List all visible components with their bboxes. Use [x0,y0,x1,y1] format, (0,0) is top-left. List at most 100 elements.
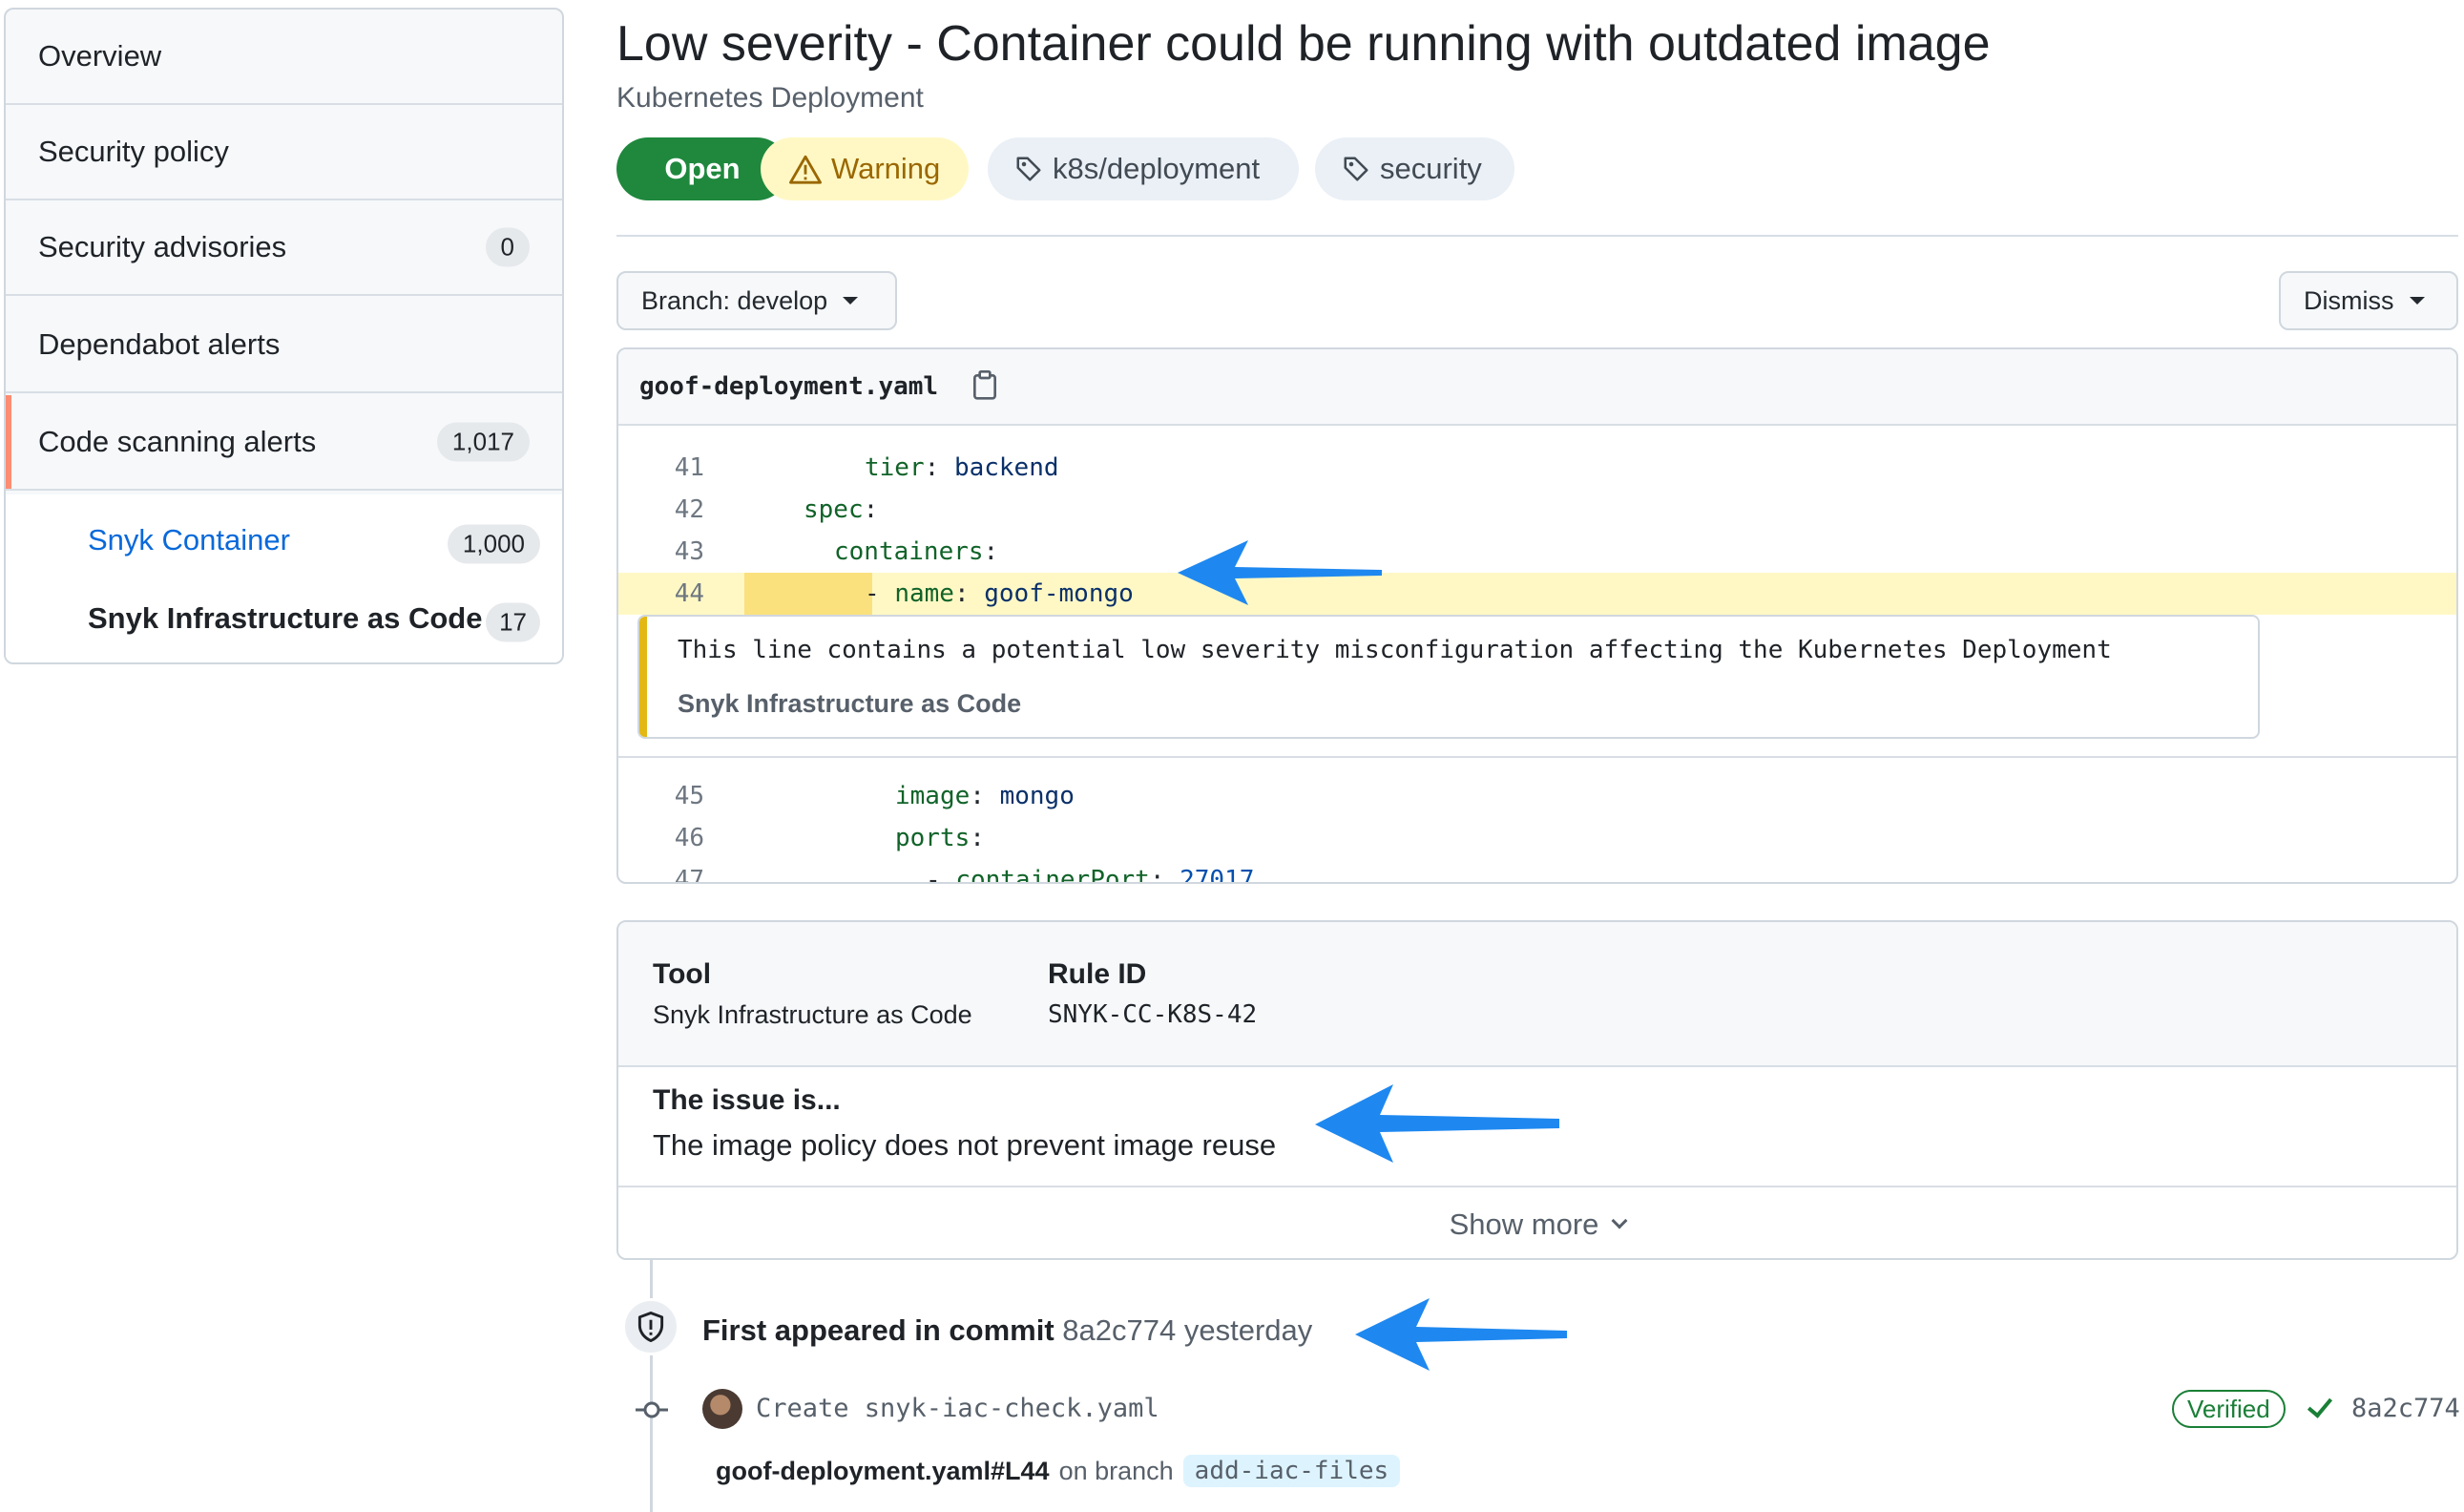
yaml-dash: - [926,866,956,884]
tag-icon [1344,157,1368,181]
yaml-value: goof-mongo [984,579,1134,608]
sidebar-item-label: Security policy [38,135,229,168]
code-scanning-subnav: Snyk Container 1,000 Snyk Infrastructure… [6,494,562,662]
sidebar-item-security-policy[interactable]: Security policy [6,105,562,200]
sidebar-item-dependabot-alerts[interactable]: Dependabot alerts [6,298,562,393]
line-number: 41 [674,453,704,482]
timeline-badge [622,1298,679,1355]
sidebar-item-code-scanning-alerts[interactable]: Code scanning alerts 1,017 [6,395,562,491]
sidebar-item-security-advisories[interactable]: Security advisories 0 [6,200,562,296]
sidebar-item-label: Overview [38,39,162,73]
chevron-down-icon [1611,1212,1628,1229]
severity-badge: Warning [761,137,969,200]
yaml-sep: : [970,824,985,852]
tag-icon [1016,157,1041,181]
rule-id-label: Rule ID [1048,958,1147,990]
dismiss-button[interactable]: Dismiss [2279,271,2458,330]
line-number: 44 [674,579,704,608]
tag-chip[interactable]: security [1315,137,1514,200]
yaml-value: mongo [999,782,1075,810]
yaml-sep: : [983,537,999,566]
warning-icon [789,155,822,184]
code-line: 46 ports: [618,817,2456,859]
code-line: 43 containers: [618,531,2456,573]
yaml-key: containerPort [955,866,1150,884]
sidebar-item-label: Code scanning alerts [38,425,317,458]
arrow-annotation-icon [1315,1084,1559,1163]
code-line: 41 tier: backend [618,447,2456,489]
severity-label: Warning [831,152,941,185]
yaml-value: 27017 [1180,866,1255,884]
subnav-item-snyk-iac[interactable]: Snyk Infrastructure as Code 17 [88,601,540,643]
dismiss-label: Dismiss [2304,285,2394,315]
code-line: 45 image: mongo [618,775,2456,817]
snyk-iac-count-badge: 17 [486,602,540,642]
snyk-container-count-badge: 1,000 [447,524,540,564]
commit-sha-link[interactable]: 8a2c774 [2351,1394,2460,1423]
yaml-dash: - [865,579,895,608]
sidebar-item-overview[interactable]: Overview [6,10,562,105]
annotation-source: Snyk Infrastructure as Code [678,689,1022,718]
file-ref-link[interactable]: goof-deployment.yaml#L44 [716,1457,1050,1486]
code-line: 47 - containerPort: 27017 [618,859,2456,884]
tool-value: Snyk Infrastructure as Code [653,1000,972,1029]
code-divider [618,756,2456,758]
subnav-item-snyk-container[interactable]: Snyk Container 1,000 [88,523,540,565]
commit-message[interactable]: Create snyk-iac-check.yaml [756,1394,1159,1423]
alert-title: Low severity - Container could be runnin… [616,16,1991,72]
issue-description: The image policy does not prevent image … [653,1128,1277,1162]
check-icon [2307,1392,2333,1418]
verified-label: Verified [2187,1394,2270,1423]
tool-label: Tool [653,958,712,990]
code-snippet-panel: goof-deployment.yaml 41 tier: backend 42… [616,347,2458,884]
tag-chip[interactable]: k8s/deployment [988,137,1299,200]
shield-icon [637,1312,664,1342]
first-appeared-when: yesterday [1183,1313,1313,1347]
code-filename: goof-deployment.yaml [639,372,939,401]
code-line: 42 spec: [618,489,2456,531]
first-appeared-label: First appeared in commit [702,1313,1055,1347]
status-label: Open [664,152,741,185]
yaml-key: image [895,782,971,810]
branch-chip[interactable]: add-iac-files [1182,1455,1401,1487]
verified-badge[interactable]: Verified [2172,1390,2286,1428]
alert-meta: Tool Snyk Infrastructure as Code Rule ID… [618,922,2456,1067]
issue-heading: The issue is... [653,1084,841,1116]
code-snippet-header: goof-deployment.yaml [618,349,2456,426]
code-line-highlighted: 44 - name: goof-mongo [618,573,2456,615]
avatar[interactable] [702,1389,742,1429]
line-number: 42 [674,495,704,524]
rule-id-value: SNYK-CC-K8S-42 [1048,1000,1258,1029]
annotation-message: This line contains a potential low sever… [678,636,2112,664]
yaml-value: backend [953,453,1059,482]
yaml-key: ports [895,824,971,852]
sidebar-nav: Overview Security policy Security adviso… [4,8,564,664]
yaml-key: spec [804,495,864,524]
yaml-sep: : [970,782,1000,810]
arrow-annotation-icon [1355,1298,1567,1371]
show-more-label: Show more [1449,1208,1599,1241]
yaml-sep: : [863,495,879,524]
caret-down-icon [843,297,859,304]
subnav-item-label: Snyk Infrastructure as Code [88,601,483,635]
highlight-marker [744,573,872,615]
line-number: 47 [674,866,704,884]
annotation-severity-bar [639,617,647,737]
arrow-annotation-icon [1178,540,1382,605]
subnav-item-label: Snyk Container [88,523,290,556]
yaml-sep: : [953,579,985,608]
commit-icon [636,1401,668,1418]
branch-select-button[interactable]: Branch: develop [616,271,897,330]
header-divider [616,235,2458,237]
tag-label: security [1380,152,1482,185]
line-number: 46 [674,824,704,852]
advisories-count-badge: 0 [485,227,530,267]
first-appeared-sha[interactable]: 8a2c774 [1062,1313,1176,1347]
show-more-button[interactable]: Show more [618,1186,2456,1258]
first-appeared-text: First appeared in commit 8a2c774 yesterd… [702,1313,1312,1348]
sidebar-item-label: Dependabot alerts [38,327,281,361]
line-number: 45 [674,782,704,810]
clipboard-icon[interactable] [971,370,998,401]
commit-location: goof-deployment.yaml#L44 on branch add-i… [716,1455,1401,1487]
caret-down-icon [2409,297,2425,304]
